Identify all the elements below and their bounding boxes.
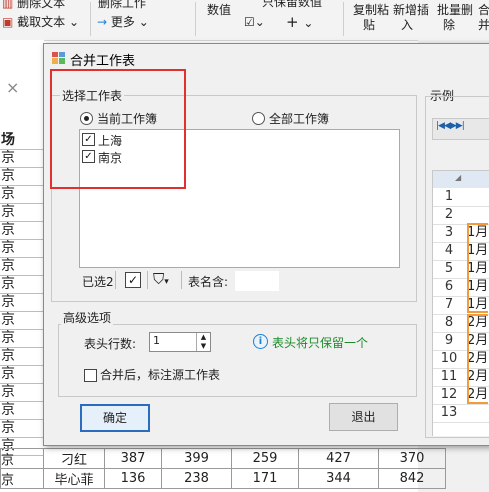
plus-button[interactable]: + ⌄ [286, 13, 313, 31]
stepper-up-icon[interactable]: ▲ [196, 333, 210, 342]
header-rows-value: 1 [153, 334, 160, 347]
delete-sheet-button[interactable]: 删除工作 [98, 0, 146, 11]
table-cell: 344 [298, 468, 379, 489]
filter-icon[interactable]: ⛉▾ [153, 270, 169, 288]
select-all-checkbox[interactable]: ✓ [125, 272, 141, 288]
edit-icon[interactable]: ☑⌄ [244, 15, 265, 29]
annotate-label: 合并后，标注源工作表 [100, 368, 221, 382]
table-cell: 842 [378, 468, 446, 489]
arrow-right-icon: → [97, 15, 108, 29]
table-cell: 刁红 [43, 448, 105, 469]
copy-paste-label-2: 贴 [363, 18, 376, 32]
example-row-number: 9 [444, 333, 454, 348]
example-highlight-jan [467, 223, 488, 313]
more-button[interactable]: → 更多 ⌄ [97, 13, 149, 30]
sheet-cell: 京 [0, 204, 43, 222]
info-icon: i [253, 334, 268, 349]
table-row: 京 毕心菲 136 238 171 344 842 [0, 468, 446, 489]
table-cell: 427 [298, 448, 379, 469]
sheet-cell: 京 [0, 186, 43, 204]
exit-button[interactable]: 退出 [329, 403, 398, 431]
example-sheet: 1 2 3 1月 4 1月 5 1月 6 1月 7 1月 8 2月 9 2月 10 2月 11 2月 12 2月 13 [432, 188, 489, 436]
example-row-number: 2 [444, 207, 454, 222]
keep-value-button[interactable]: 只保留数值 [262, 0, 322, 10]
sheet-cell: 京 [0, 366, 43, 384]
advanced-options-legend: 高级选项 [61, 309, 114, 326]
radio-all-label: 全部工作簿 [269, 112, 330, 126]
sheet-cell: 京 [0, 258, 43, 276]
table-cell: 370 [378, 448, 446, 469]
sheet-cell: 京 [0, 312, 43, 330]
sheet-name-label: 表名含: [188, 275, 229, 289]
sheet-cell: 京 [0, 276, 43, 294]
table-cell: 毕心菲 [43, 468, 105, 489]
example-row-number: 5 [444, 261, 454, 276]
header-rows-stepper[interactable]: 1 ▲ ▼ [149, 332, 211, 352]
example-row-number: 11 [440, 369, 458, 384]
sheet-name-input[interactable] [235, 271, 279, 291]
sheet-cell: 京 [0, 222, 43, 240]
sheet-left-area: × 场 京京京京京京京京京京京京京京京京京 [0, 40, 44, 492]
annotate-checkbox[interactable] [84, 369, 97, 382]
table-cell: 259 [231, 448, 299, 469]
column-header: 场 [0, 132, 43, 150]
example-highlight-feb [467, 314, 488, 404]
example-corner: ◢ [432, 170, 489, 189]
example-tab-nav: |◀◀▶▶| [432, 118, 489, 140]
example-row-number: 12 [440, 387, 458, 402]
delete-text-button[interactable]: ▥ 删除文本 [2, 0, 65, 11]
sheet-cell: 京 [0, 240, 43, 258]
data-table: 京 刁红 387 399 259 427 370 京 毕心菲 136 238 1… [0, 448, 446, 489]
dialog-title: 合并工作表 [70, 54, 136, 69]
ok-button[interactable]: 确定 [80, 404, 150, 432]
table-row: 京 刁红 387 399 259 427 370 [0, 448, 446, 469]
table-cell: 京 [0, 468, 44, 489]
example-row-number: 4 [444, 243, 454, 258]
delete-icon: ▥ [2, 0, 14, 10]
stepper-down-icon[interactable]: ▼ [196, 342, 210, 351]
plus-icon: + [286, 13, 299, 31]
example-row-number: 3 [444, 225, 454, 240]
sheet-cell: 京 [0, 330, 43, 348]
sheet-cell: 京 [0, 150, 43, 168]
example-row: 1 [433, 188, 489, 207]
close-icon[interactable]: × [6, 78, 19, 97]
example-row-number: 10 [440, 351, 458, 366]
dialog-titlebar[interactable]: 合并工作表 [44, 44, 489, 72]
highlight-box [50, 69, 186, 189]
table-cell: 238 [161, 468, 232, 489]
example-row-number: 1 [444, 189, 454, 204]
sheet-cell: 京 [0, 402, 43, 420]
header-hint: 表头将只保留一个 [272, 336, 369, 350]
example-row: 13 [433, 404, 489, 423]
table-cell: 399 [161, 448, 232, 469]
batch-delete-label-2: 除 [443, 18, 456, 32]
value-button[interactable]: 数值 [207, 1, 231, 18]
sheet-cell: 京 [0, 420, 43, 438]
example-row-number: 7 [444, 297, 454, 312]
list-toolbar: 已选2 ✓ ⛉▾ 表名含: [79, 269, 398, 293]
insert-label-2: 入 [401, 18, 414, 32]
header-rows-label: 表头行数: [84, 337, 137, 351]
sheet-cell: 京 [0, 294, 43, 312]
example-row-number: 8 [444, 315, 454, 330]
table-cell: 136 [104, 468, 162, 489]
tab-nav-arrows-icon: |◀◀▶▶| [436, 121, 465, 131]
table-cell: 387 [104, 448, 162, 469]
selected-count: 已选2 [82, 275, 114, 289]
cut-text-button[interactable]: ▣ 截取文本 ⌄ [2, 13, 79, 30]
sheet-cell: 京 [0, 348, 43, 366]
table-cell: 京 [0, 448, 44, 469]
radio-button-unchecked[interactable] [252, 112, 265, 125]
table-cell: 171 [231, 468, 299, 489]
example-row-number: 13 [440, 405, 458, 420]
ribbon: ▥ 删除文本 ▣ 截取文本 ⌄ 删除工作 → 更多 ⌄ 数值 只保留数值 ☑⌄ … [0, 0, 489, 41]
cut-icon: ▣ [2, 15, 14, 29]
sheet-cell: 京 [0, 168, 43, 186]
sheet-cell: 京 [0, 384, 43, 402]
app-icon [52, 52, 65, 64]
example-row-number: 6 [444, 279, 454, 294]
merge-label-2: 并 [478, 18, 489, 32]
